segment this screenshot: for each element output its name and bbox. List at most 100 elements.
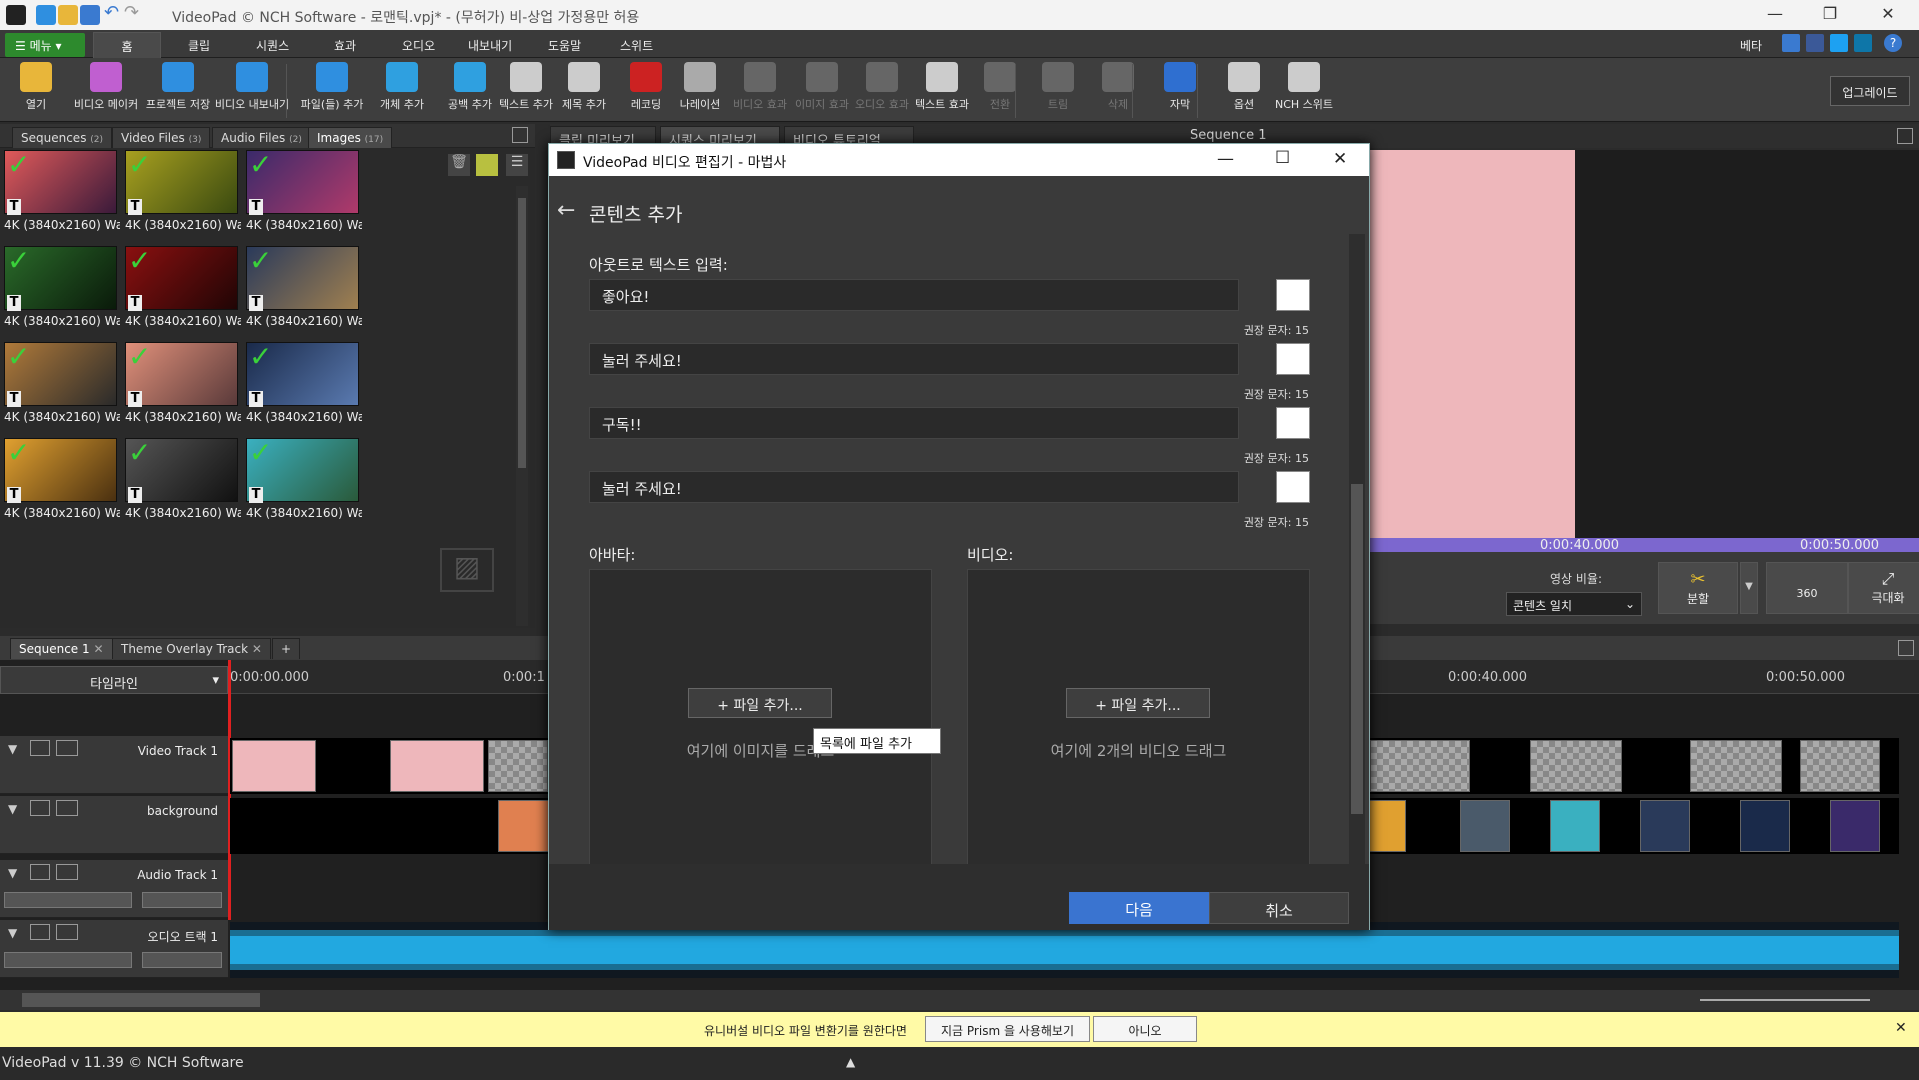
minimize-button[interactable]: — [1755, 4, 1795, 23]
split-button[interactable]: ✂ 분할 [1658, 562, 1738, 614]
timeline-hscroll-thumb[interactable] [22, 993, 260, 1007]
undo-icon[interactable]: ↶ [104, 2, 124, 23]
tab-sequences[interactable]: Sequences (2) [12, 127, 113, 148]
track-options-icon[interactable] [56, 800, 78, 816]
upgrade-button[interactable]: 업그레이드 [1830, 76, 1910, 106]
folder-open-button[interactable]: 열기 [0, 62, 76, 112]
add-file-button[interactable]: 파일(들) 추가 [292, 62, 372, 112]
volume-slider[interactable] [4, 892, 132, 908]
tab-export[interactable]: 내보내기 [468, 37, 512, 54]
eye-icon[interactable] [30, 740, 50, 756]
tab-images[interactable]: Images (17) [308, 127, 393, 148]
timeline-clip[interactable] [1366, 800, 1406, 852]
track-options-icon[interactable] [56, 924, 78, 940]
timeline-clip[interactable] [390, 740, 484, 792]
list-view-icon[interactable]: ☰ [506, 154, 528, 176]
video-drop-zone[interactable]: + 파일 추가... 여기에 2개의 비디오 드래그 [967, 569, 1310, 869]
outro-text-input-1[interactable]: 좋아요! [589, 279, 1239, 311]
timeline-clip[interactable] [1640, 800, 1690, 852]
close-notification-icon[interactable]: ✕ [1895, 1020, 1907, 1036]
collapse-icon[interactable]: ▼ [8, 742, 17, 756]
speaker-icon[interactable] [30, 924, 50, 940]
back-arrow-icon[interactable]: ← [557, 198, 575, 223]
add-folder-icon[interactable] [476, 154, 498, 176]
main-menu-button[interactable]: ☰ 메뉴 ▾ [5, 33, 85, 57]
next-button[interactable]: 다음 [1069, 892, 1209, 924]
timeline-mode-select[interactable]: 타임라인 ▾ [0, 666, 228, 694]
timeline-clip[interactable] [1370, 740, 1470, 792]
help-icon[interactable]: ? [1884, 34, 1902, 52]
image-thumbnail[interactable]: ✓ T [4, 150, 117, 215]
tab-clip[interactable]: 클립 [188, 37, 210, 54]
close-tab-icon[interactable]: ✕ [252, 642, 262, 656]
collapse-icon[interactable]: ▼ [8, 866, 17, 880]
close-window-button[interactable]: ✕ [1868, 4, 1908, 23]
track-options-icon[interactable] [56, 740, 78, 756]
pan-slider[interactable] [142, 892, 222, 908]
zoom-slider[interactable] [1700, 999, 1870, 1001]
tab-home[interactable]: 홈 [93, 32, 161, 59]
tab-help[interactable]: 도움말 [548, 37, 581, 54]
aspect-ratio-select[interactable]: 콘텐츠 일치 ⌄ [1506, 592, 1642, 616]
wizard-button[interactable]: 비디오 메이커 [66, 62, 146, 112]
trash-icon[interactable]: 🗑 [448, 154, 470, 176]
detach-timeline-icon[interactable] [1898, 640, 1914, 656]
dialog-maximize-button[interactable]: ☐ [1275, 148, 1290, 168]
tab-effects[interactable]: 효과 [334, 37, 356, 54]
image-thumbnail[interactable]: ✓ T [125, 246, 238, 311]
timeline-clip[interactable] [1800, 740, 1880, 792]
track-options-icon[interactable] [56, 864, 78, 880]
volume-slider[interactable] [4, 952, 132, 968]
pan-slider[interactable] [142, 952, 222, 968]
dialog-scrollbar[interactable] [1349, 234, 1365, 864]
image-thumbnail[interactable]: ✓ T [125, 150, 238, 215]
timeline-clip[interactable] [1550, 800, 1600, 852]
add-tab-button[interactable]: + [272, 638, 301, 659]
tab-sequence[interactable]: 시퀀스 [256, 37, 289, 54]
nch-suite-button[interactable]: NCH 스위트 [1264, 62, 1344, 112]
eye-icon[interactable] [30, 800, 50, 816]
three-sixty-button[interactable]: 360 [1766, 562, 1848, 614]
twitter-icon[interactable] [1830, 34, 1848, 52]
color-swatch-4[interactable] [1276, 471, 1310, 503]
open-icon[interactable] [58, 5, 78, 25]
collapse-icon[interactable]: ▼ [8, 926, 17, 940]
avatar-drop-zone[interactable]: + 파일 추가... 여기에 이미지를 드래그 [589, 569, 932, 869]
tab-audio-files[interactable]: Audio Files (2) [212, 127, 311, 148]
image-thumbnail[interactable]: ✓ T [4, 438, 117, 503]
color-swatch-2[interactable] [1276, 343, 1310, 375]
outro-text-input-4[interactable]: 눌러 주세요! [589, 471, 1239, 503]
color-swatch-3[interactable] [1276, 407, 1310, 439]
facebook-icon[interactable] [1806, 34, 1824, 52]
collapse-up-icon[interactable]: ▲ [846, 1055, 855, 1069]
tab-sequence-1[interactable]: Sequence 1 ✕ [10, 638, 113, 659]
image-thumbnail[interactable]: ✓ T [125, 342, 238, 407]
collapse-icon[interactable]: ▼ [8, 802, 17, 816]
speaker-icon[interactable] [30, 864, 50, 880]
color-swatch-1[interactable] [1276, 279, 1310, 311]
library-scrollbar[interactable] [516, 186, 528, 626]
save-button[interactable]: 프로젝트 저장 [138, 62, 218, 112]
cancel-button[interactable]: 취소 [1209, 892, 1349, 924]
tab-video-files[interactable]: Video Files (3) [112, 127, 211, 148]
detach-panel-icon[interactable] [512, 127, 528, 143]
timeline-clip[interactable] [1740, 800, 1790, 852]
maximize-preview-button[interactable]: ⤢ 극대화 [1848, 562, 1919, 614]
save-icon[interactable] [36, 5, 56, 25]
dialog-close-button[interactable]: ✕ [1333, 149, 1347, 169]
outro-text-input-2[interactable]: 눌러 주세요! [589, 343, 1239, 375]
detach-preview-icon[interactable] [1897, 128, 1913, 144]
timeline-clip[interactable] [232, 740, 316, 792]
split-dropdown[interactable]: ▼ [1740, 562, 1758, 614]
maximize-button[interactable]: ❐ [1810, 4, 1850, 23]
export-icon[interactable] [80, 5, 100, 25]
image-thumbnail[interactable]: ✓ T [246, 150, 359, 215]
tab-theme-overlay[interactable]: Theme Overlay Track ✕ [112, 638, 271, 659]
image-thumbnail[interactable]: ✓ T [4, 246, 117, 311]
image-thumbnail[interactable]: ✓ T [246, 438, 359, 503]
video-add-file-button[interactable]: + 파일 추가... [1066, 688, 1210, 718]
redo-icon[interactable]: ↷ [124, 2, 144, 23]
image-thumbnail[interactable]: ✓ T [4, 342, 117, 407]
audio-waveform[interactable] [230, 922, 1899, 978]
export-button[interactable]: 비디오 내보내기 [212, 62, 292, 112]
